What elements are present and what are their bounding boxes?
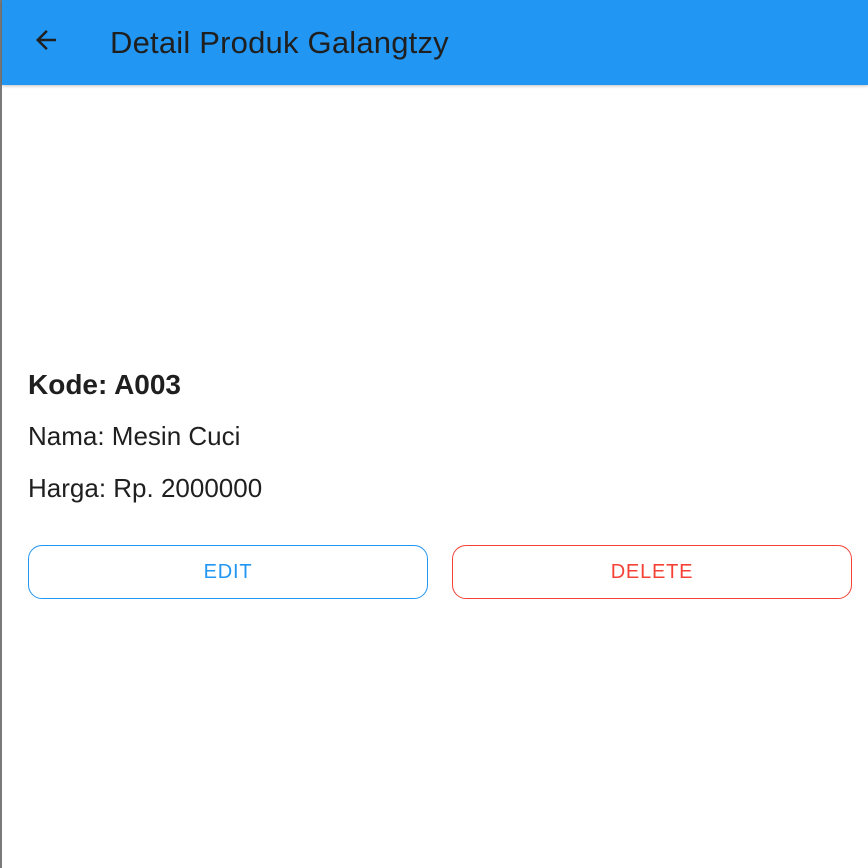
back-button[interactable]: [24, 20, 68, 64]
page-title: Detail Produk Galangtzy: [110, 25, 449, 60]
product-details: Kode: A003 Nama: Mesin Cuci Harga: Rp. 2…: [28, 360, 854, 514]
action-buttons: EDIT DELETE: [28, 545, 854, 599]
delete-button[interactable]: DELETE: [452, 545, 852, 599]
product-name: Nama: Mesin Cuci: [28, 421, 241, 451]
arrow-back-icon: [31, 25, 61, 60]
edit-button[interactable]: EDIT: [28, 545, 428, 599]
product-price: Harga: Rp. 2000000: [28, 473, 263, 503]
app-bar: Detail Produk Galangtzy: [2, 0, 868, 85]
detail-product-screen: Detail Produk Galangtzy Kode: A003 Nama:…: [0, 0, 868, 868]
product-code: Kode: A003: [28, 369, 182, 400]
